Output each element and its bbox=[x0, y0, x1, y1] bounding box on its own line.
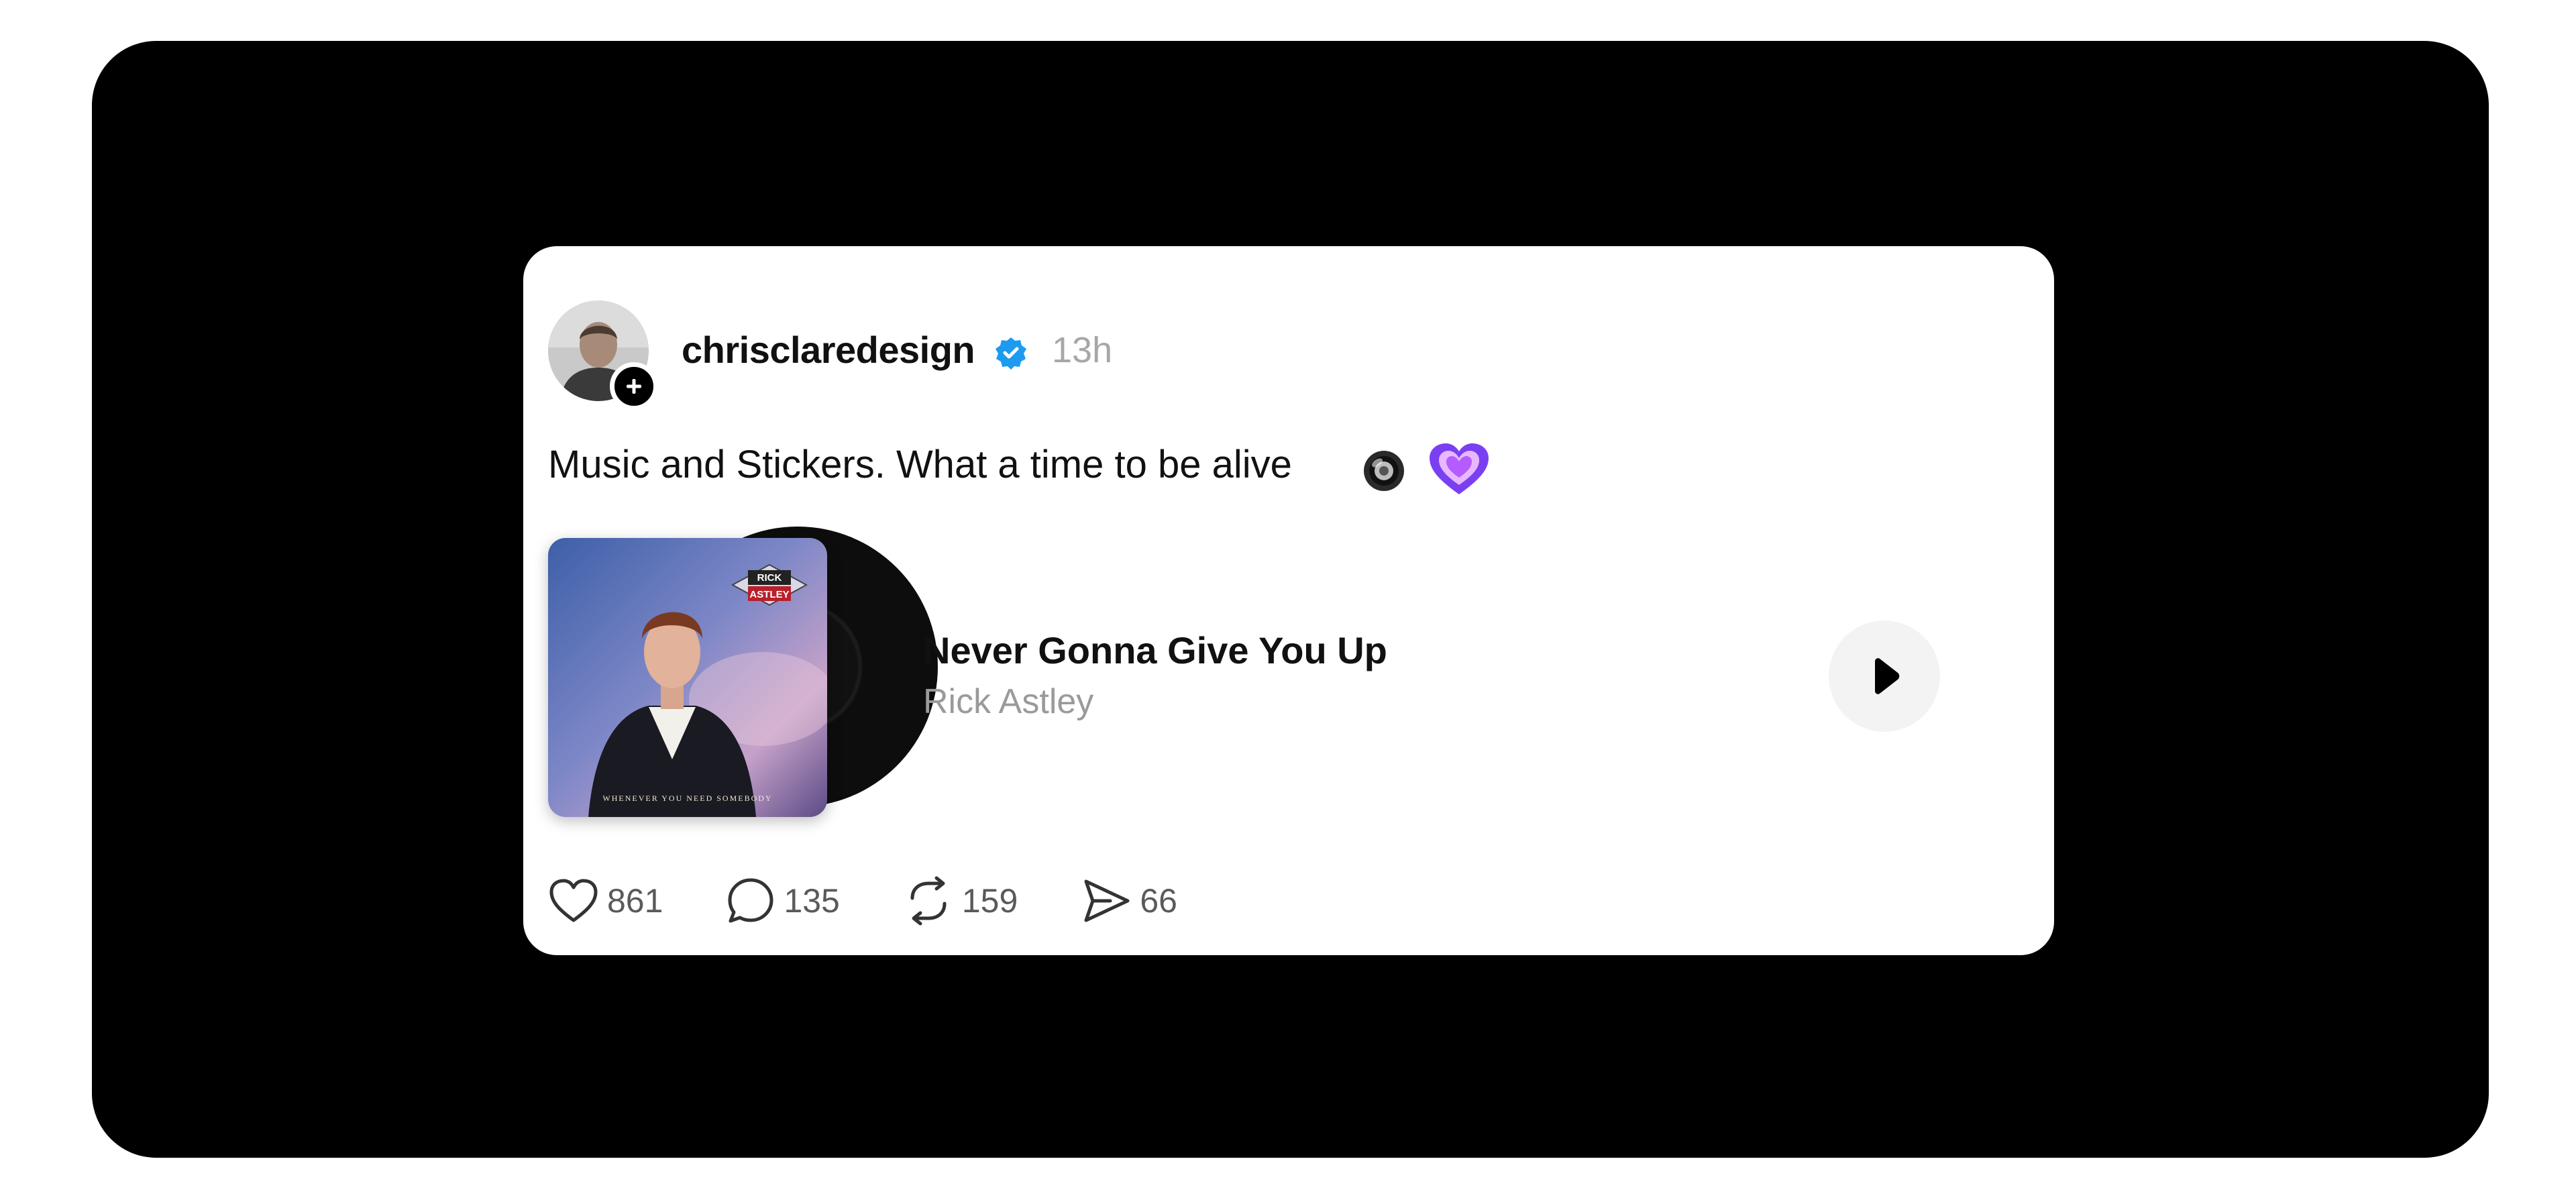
repost-button[interactable]: 159 bbox=[903, 875, 1018, 926]
share-button[interactable]: 66 bbox=[1081, 877, 1177, 924]
comment-count: 135 bbox=[784, 882, 840, 920]
comment-bubble-icon bbox=[728, 878, 773, 923]
play-button[interactable] bbox=[1829, 620, 1940, 732]
album-footer-text: WHENEVER YOU NEED SOMEBODY bbox=[602, 794, 772, 803]
play-icon bbox=[1875, 658, 1900, 694]
like-button[interactable]: 861 bbox=[548, 877, 663, 924]
comment-button[interactable]: 135 bbox=[726, 876, 840, 926]
speaker-emoji bbox=[1364, 451, 1404, 491]
verified-badge-icon bbox=[996, 337, 1026, 370]
caption-emojis bbox=[1358, 441, 1491, 498]
album-art[interactable]: RICK ASTLEY WHENEVER YOU NEED SOMEBODY bbox=[548, 538, 827, 817]
purple-heart-emoji bbox=[1430, 443, 1489, 494]
post-timestamp[interactable]: 13h bbox=[1052, 328, 1112, 372]
like-count: 861 bbox=[607, 882, 663, 920]
song-artist[interactable]: Rick Astley bbox=[923, 681, 1093, 722]
post-card: chrisclaredesign 13h Music and Stickers.… bbox=[523, 246, 2054, 955]
album-logo-line-1: RICK bbox=[757, 572, 782, 584]
avatar-container[interactable] bbox=[548, 301, 658, 411]
follow-button[interactable] bbox=[610, 362, 658, 411]
heart-icon bbox=[549, 879, 598, 922]
post-caption: Music and Stickers. What a time to be al… bbox=[548, 443, 1292, 486]
album-logo-line-2: ASTLEY bbox=[749, 589, 789, 600]
post-actions: 861 135 159 66 bbox=[548, 874, 1240, 928]
repost-count: 159 bbox=[961, 882, 1018, 920]
repost-icon bbox=[910, 876, 947, 926]
song-title[interactable]: Never Gonna Give You Up bbox=[923, 629, 1387, 673]
share-count: 66 bbox=[1140, 882, 1177, 920]
share-send-icon bbox=[1084, 879, 1130, 922]
plus-icon bbox=[627, 379, 641, 394]
username[interactable]: chrisclaredesign bbox=[682, 328, 975, 372]
